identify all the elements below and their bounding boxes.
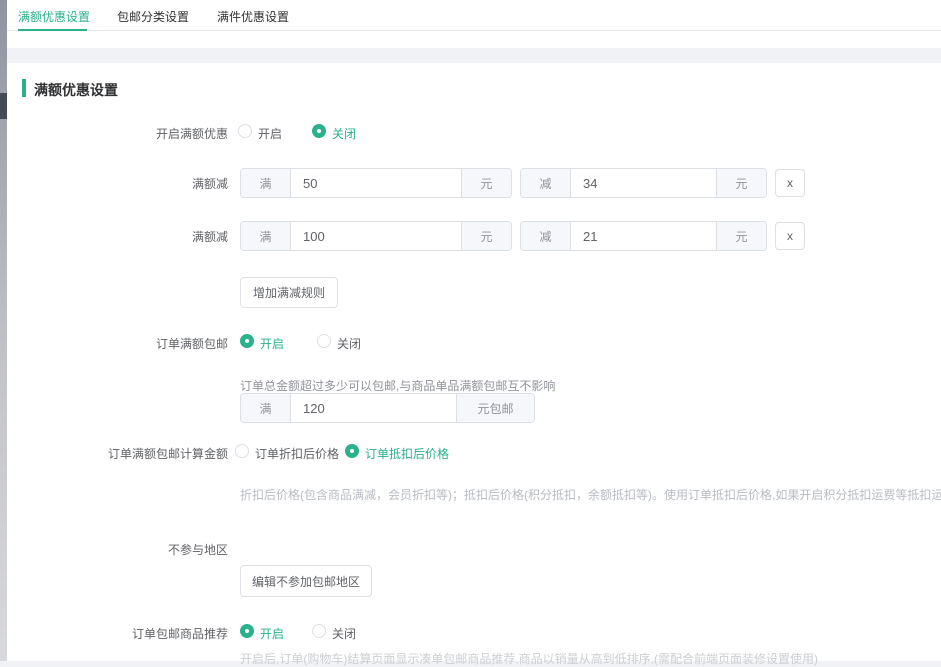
enable-discount-radio-off[interactable] — [312, 124, 326, 138]
rule2-threshold-prepend: 满 — [241, 222, 291, 250]
excluded-region-label: 不参与地区 — [7, 541, 228, 558]
free-shipping-radio-off[interactable] — [317, 334, 331, 348]
calc-amount-tip: 折扣后价格(包含商品满减，会员折扣等)；抵扣后价格(积分抵扣，余额抵扣等)。使用… — [240, 486, 941, 503]
enable-discount-label: 开启满额优惠 — [7, 125, 228, 142]
rule1-threshold-append: 元 — [461, 169, 511, 197]
calc-amount-radio-deducted-label[interactable]: 订单抵扣后价格 — [365, 445, 449, 462]
rule1-remove-button[interactable]: x — [775, 169, 805, 197]
rule2-discount-append: 元 — [716, 222, 766, 250]
enable-discount-radio-on[interactable] — [238, 124, 252, 138]
settings-panel: 满额优惠设置 开启满额优惠 开启 关闭 满额减 满 元 减 元 x 满额减 满 … — [7, 63, 941, 661]
free-shipping-threshold-prepend: 满 — [241, 394, 291, 422]
enable-discount-radio-on-label[interactable]: 开启 — [258, 125, 282, 142]
rule1-discount-group: 减 元 — [520, 168, 767, 198]
rule1-discount-append: 元 — [716, 169, 766, 197]
rule2-threshold-group: 满 元 — [240, 221, 512, 251]
recommend-tip: 开启后,订单(购物车)结算页面显示凑单包邮商品推荐,商品以销量从高到低排序,(需… — [240, 650, 818, 667]
free-shipping-radio-off-label[interactable]: 关闭 — [337, 335, 361, 352]
calc-amount-radio-discounted-label[interactable]: 订单折扣后价格 — [255, 445, 339, 462]
recommend-label: 订单包邮商品推荐 — [7, 625, 228, 642]
section-accent-bar — [22, 79, 26, 97]
enable-discount-radio-off-label[interactable]: 关闭 — [332, 125, 356, 142]
rule1-discount-input[interactable] — [571, 169, 716, 197]
tab-full-piece-discount[interactable]: 满件优惠设置 — [217, 8, 289, 25]
rule2-discount-prepend: 减 — [521, 222, 571, 250]
tabs-bar: 满额优惠设置 包邮分类设置 满件优惠设置 — [7, 0, 941, 48]
rule2-discount-input[interactable] — [571, 222, 716, 250]
rule2-remove-button[interactable]: x — [775, 222, 805, 250]
tab-free-shipping-category[interactable]: 包邮分类设置 — [117, 8, 189, 25]
active-tab-underline — [18, 29, 87, 31]
collapsed-sidebar-edge — [0, 0, 7, 661]
recommend-radio-on-label[interactable]: 开启 — [260, 625, 284, 642]
rule2-threshold-append: 元 — [461, 222, 511, 250]
tabs-divider — [7, 30, 941, 31]
free-shipping-threshold-input[interactable] — [291, 394, 456, 422]
calc-amount-label: 订单满额包邮计算金额 — [7, 445, 228, 462]
recommend-radio-on[interactable] — [240, 624, 254, 638]
free-shipping-threshold-append: 元包邮 — [456, 394, 534, 422]
add-rule-button[interactable]: 增加满减规则 — [240, 277, 338, 308]
free-shipping-tip: 订单总金额超过多少可以包邮,与商品单品满额包邮互不影响 — [240, 377, 555, 394]
rule1-threshold-prepend: 满 — [241, 169, 291, 197]
free-shipping-threshold-group: 满 元包邮 — [240, 393, 535, 423]
rule-row-label: 满额减 — [7, 228, 228, 245]
tab-full-amount-discount[interactable]: 满额优惠设置 — [18, 8, 90, 25]
free-shipping-label: 订单满额包邮 — [7, 335, 228, 352]
edit-excluded-region-button[interactable]: 编辑不参加包邮地区 — [240, 565, 372, 597]
section-title: 满额优惠设置 — [34, 80, 118, 100]
calc-amount-radio-discounted[interactable] — [235, 444, 249, 458]
rule2-threshold-input[interactable] — [291, 222, 461, 250]
free-shipping-radio-on-label[interactable]: 开启 — [260, 335, 284, 352]
rule1-discount-prepend: 减 — [521, 169, 571, 197]
rule2-discount-group: 减 元 — [520, 221, 767, 251]
rule1-threshold-group: 满 元 — [240, 168, 512, 198]
rule1-threshold-input[interactable] — [291, 169, 461, 197]
recommend-radio-off[interactable] — [312, 624, 326, 638]
calc-amount-radio-deducted[interactable] — [345, 444, 359, 458]
page: 满额优惠设置 包邮分类设置 满件优惠设置 满额优惠设置 开启满额优惠 开启 关闭… — [0, 0, 941, 661]
sidebar-menu-icon — [0, 93, 7, 119]
free-shipping-radio-on[interactable] — [240, 334, 254, 348]
rule-row-label: 满额减 — [7, 175, 228, 192]
recommend-radio-off-label[interactable]: 关闭 — [332, 625, 356, 642]
